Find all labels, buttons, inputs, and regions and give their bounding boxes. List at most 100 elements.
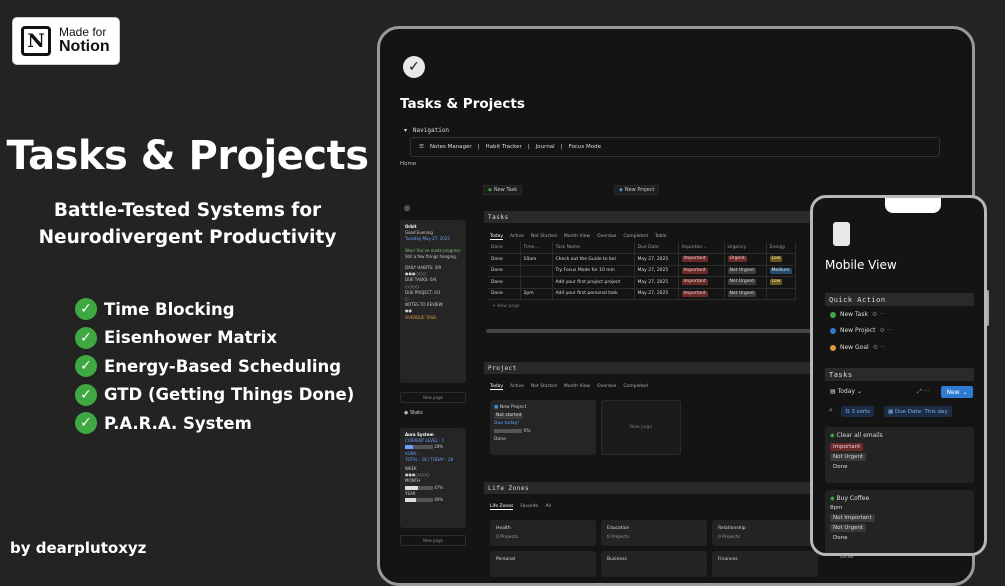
tab-table[interactable]: Table bbox=[655, 234, 667, 240]
project-new-page-label: New page bbox=[629, 424, 653, 430]
page-title: Tasks & Projects bbox=[400, 96, 525, 112]
filter-chip[interactable]: ▦ Due Date: This day bbox=[884, 406, 952, 417]
tab-life-zones[interactable]: Life Zones bbox=[490, 504, 514, 510]
task-card-title-row: ◆ Buy Coffee bbox=[830, 495, 969, 502]
column-header[interactable]: Due Date bbox=[634, 242, 679, 254]
sorts-label: 3 sorts bbox=[851, 408, 871, 415]
zone-card-relationship[interactable]: Relationship 0 Projects bbox=[712, 520, 818, 546]
project-status-tag: Not started bbox=[494, 413, 524, 419]
zone-card-health[interactable]: Health 0 Projects bbox=[490, 520, 596, 546]
check-icon: ✓ bbox=[75, 412, 97, 435]
table-row[interactable]: Done 10am Check out the Guide to bei May… bbox=[488, 253, 796, 266]
nav-link-focus-mode[interactable]: Focus Mode bbox=[569, 144, 601, 150]
importance-tag: Important bbox=[681, 290, 708, 297]
urgency-tag: Not Urgent bbox=[727, 290, 757, 297]
project-new-page-card[interactable]: New page bbox=[601, 400, 681, 455]
project-card[interactable]: ■ New Project Not started Due today! 0% … bbox=[490, 400, 596, 455]
table-row[interactable]: Done Add your first project project May … bbox=[488, 276, 796, 289]
zone-card-education[interactable]: Education 0 Projects bbox=[601, 520, 707, 546]
quick-action-new-project[interactable]: New Project ⚙ ··· bbox=[830, 327, 893, 334]
cell-importance: Important bbox=[678, 253, 725, 266]
tasks-new-page[interactable]: + New page bbox=[492, 304, 520, 309]
project-card-title-row: ■ New Project bbox=[494, 404, 592, 412]
nav-link-habit-tracker[interactable]: Habit Tracker bbox=[486, 144, 522, 150]
home-label: Home bbox=[400, 161, 417, 167]
quick-action-label: New Task bbox=[840, 311, 868, 318]
aura-card: Aura System CURRENT LEVEL : 1 28% AURA :… bbox=[400, 428, 466, 528]
quick-action-new-goal[interactable]: New Goal ⚙ ··· bbox=[830, 344, 886, 351]
zone-card-personal[interactable]: Personal bbox=[490, 551, 596, 577]
new-task-label: New Task bbox=[493, 187, 518, 193]
cell-importance: Important bbox=[678, 265, 725, 277]
tab-completed[interactable]: Completed bbox=[623, 234, 648, 240]
tab-completed[interactable]: Completed bbox=[623, 384, 648, 390]
column-header[interactable]: Urgency bbox=[724, 242, 767, 254]
cell-due-date: May 27, 2025 bbox=[634, 265, 679, 277]
chevron-down-icon: ⌄ bbox=[962, 388, 968, 396]
orbit-hanging-note: Still a few things hanging. bbox=[405, 253, 458, 259]
task-card[interactable]: ◆ Clear all emails Important Not Urgent … bbox=[825, 427, 974, 483]
column-header[interactable]: Importan... bbox=[678, 242, 725, 254]
cell-time: 2pm bbox=[520, 288, 553, 300]
column-header[interactable]: Time... bbox=[520, 242, 553, 254]
tab-overdue[interactable]: Overdue bbox=[597, 384, 616, 390]
tab-today[interactable]: Today bbox=[490, 234, 504, 240]
tab-month-view[interactable]: Month View bbox=[564, 384, 590, 390]
tab-all[interactable]: All bbox=[545, 504, 551, 510]
tab-active[interactable]: Active bbox=[510, 234, 524, 240]
zone-card-business[interactable]: Business bbox=[601, 551, 707, 577]
table-row[interactable]: Done 2pm Add your first personal task Ma… bbox=[488, 288, 796, 300]
quick-action-new-task[interactable]: New Task ⚙ ··· bbox=[830, 311, 885, 318]
new-task-button[interactable]: New ⌄ bbox=[941, 386, 973, 398]
notion-logo-icon: N bbox=[21, 26, 51, 56]
nav-link-journal[interactable]: Journal bbox=[536, 144, 555, 150]
feature-item: ✓ Energy-Based Scheduling bbox=[75, 352, 354, 381]
view-selector[interactable]: ▤ Today ⌄ bbox=[830, 388, 862, 395]
zone-name: Relationship bbox=[718, 526, 746, 531]
mobile-view-title: Mobile View bbox=[825, 258, 897, 272]
cell-task-name[interactable]: Check out the Guide to bei bbox=[552, 253, 635, 266]
column-header[interactable]: Energy bbox=[766, 242, 796, 254]
column-header[interactable]: Done bbox=[488, 242, 521, 254]
tab-month-view[interactable]: Month View bbox=[564, 234, 590, 240]
hero-title: Tasks & Projects bbox=[6, 133, 369, 179]
folder-icon: ■ bbox=[494, 405, 499, 410]
tab-not-started[interactable]: Not Started bbox=[531, 234, 557, 240]
tab-active[interactable]: Active bbox=[510, 384, 524, 390]
cell-task-name[interactable]: Try Focus Mode for 10 min bbox=[552, 265, 635, 277]
view-tools[interactable]: ⤢ ··· bbox=[917, 388, 929, 396]
new-page-button[interactable]: New page bbox=[400, 392, 466, 403]
year-percent: 40% bbox=[434, 497, 444, 503]
column-header[interactable]: Task Name bbox=[552, 242, 635, 254]
new-page-button[interactable]: New page bbox=[400, 535, 466, 546]
stats-label: Stats bbox=[409, 410, 423, 416]
tasks-horizontal-scrollbar[interactable] bbox=[486, 329, 816, 333]
month-percent: 47% bbox=[434, 484, 444, 490]
tab-overdue[interactable]: Overdue bbox=[597, 234, 616, 240]
tab-today[interactable]: Today bbox=[490, 384, 504, 390]
tab-favorite[interactable]: Favorite bbox=[520, 504, 538, 510]
feature-label: Time Blocking bbox=[104, 299, 235, 319]
cell-task-name[interactable]: Add your first project project bbox=[552, 276, 635, 289]
new-project-button[interactable]: ◆ New Project bbox=[614, 185, 660, 195]
cell-energy: Low bbox=[766, 253, 796, 266]
level-percent: 28% bbox=[434, 444, 444, 450]
cell-urgency: Not Urgent bbox=[724, 276, 767, 289]
cell-task-name[interactable]: Add your first personal task bbox=[552, 288, 635, 300]
project-card-status-row: Not started bbox=[494, 412, 592, 420]
cell-due-date: May 27, 2025 bbox=[634, 276, 679, 289]
badge-text: Made for Notion bbox=[59, 26, 110, 55]
task-card[interactable]: ◆ Buy Coffee 8pm Not Important Not Urgen… bbox=[825, 490, 974, 553]
author-byline: by dearplutoxyz bbox=[10, 539, 147, 557]
search-icon[interactable]: ⌕ bbox=[829, 406, 833, 415]
nav-link-notes-manager[interactable]: Notes Manager bbox=[430, 144, 472, 150]
orbit-title: Orbit bbox=[405, 224, 417, 229]
tasks-section-header: Tasks bbox=[484, 211, 814, 223]
table-row[interactable]: Done Try Focus Mode for 10 min May 27, 2… bbox=[488, 265, 796, 277]
navigation-toggle[interactable]: ▾ Navigation bbox=[404, 127, 449, 134]
sort-chip[interactable]: ⇅ 3 sorts bbox=[841, 406, 875, 417]
zone-card-finances[interactable]: Finances bbox=[712, 551, 818, 577]
tab-not-started[interactable]: Not Started bbox=[531, 384, 557, 390]
new-task-button[interactable]: ◆ New Task bbox=[483, 185, 523, 195]
cell-urgency: Urgent bbox=[724, 253, 767, 266]
